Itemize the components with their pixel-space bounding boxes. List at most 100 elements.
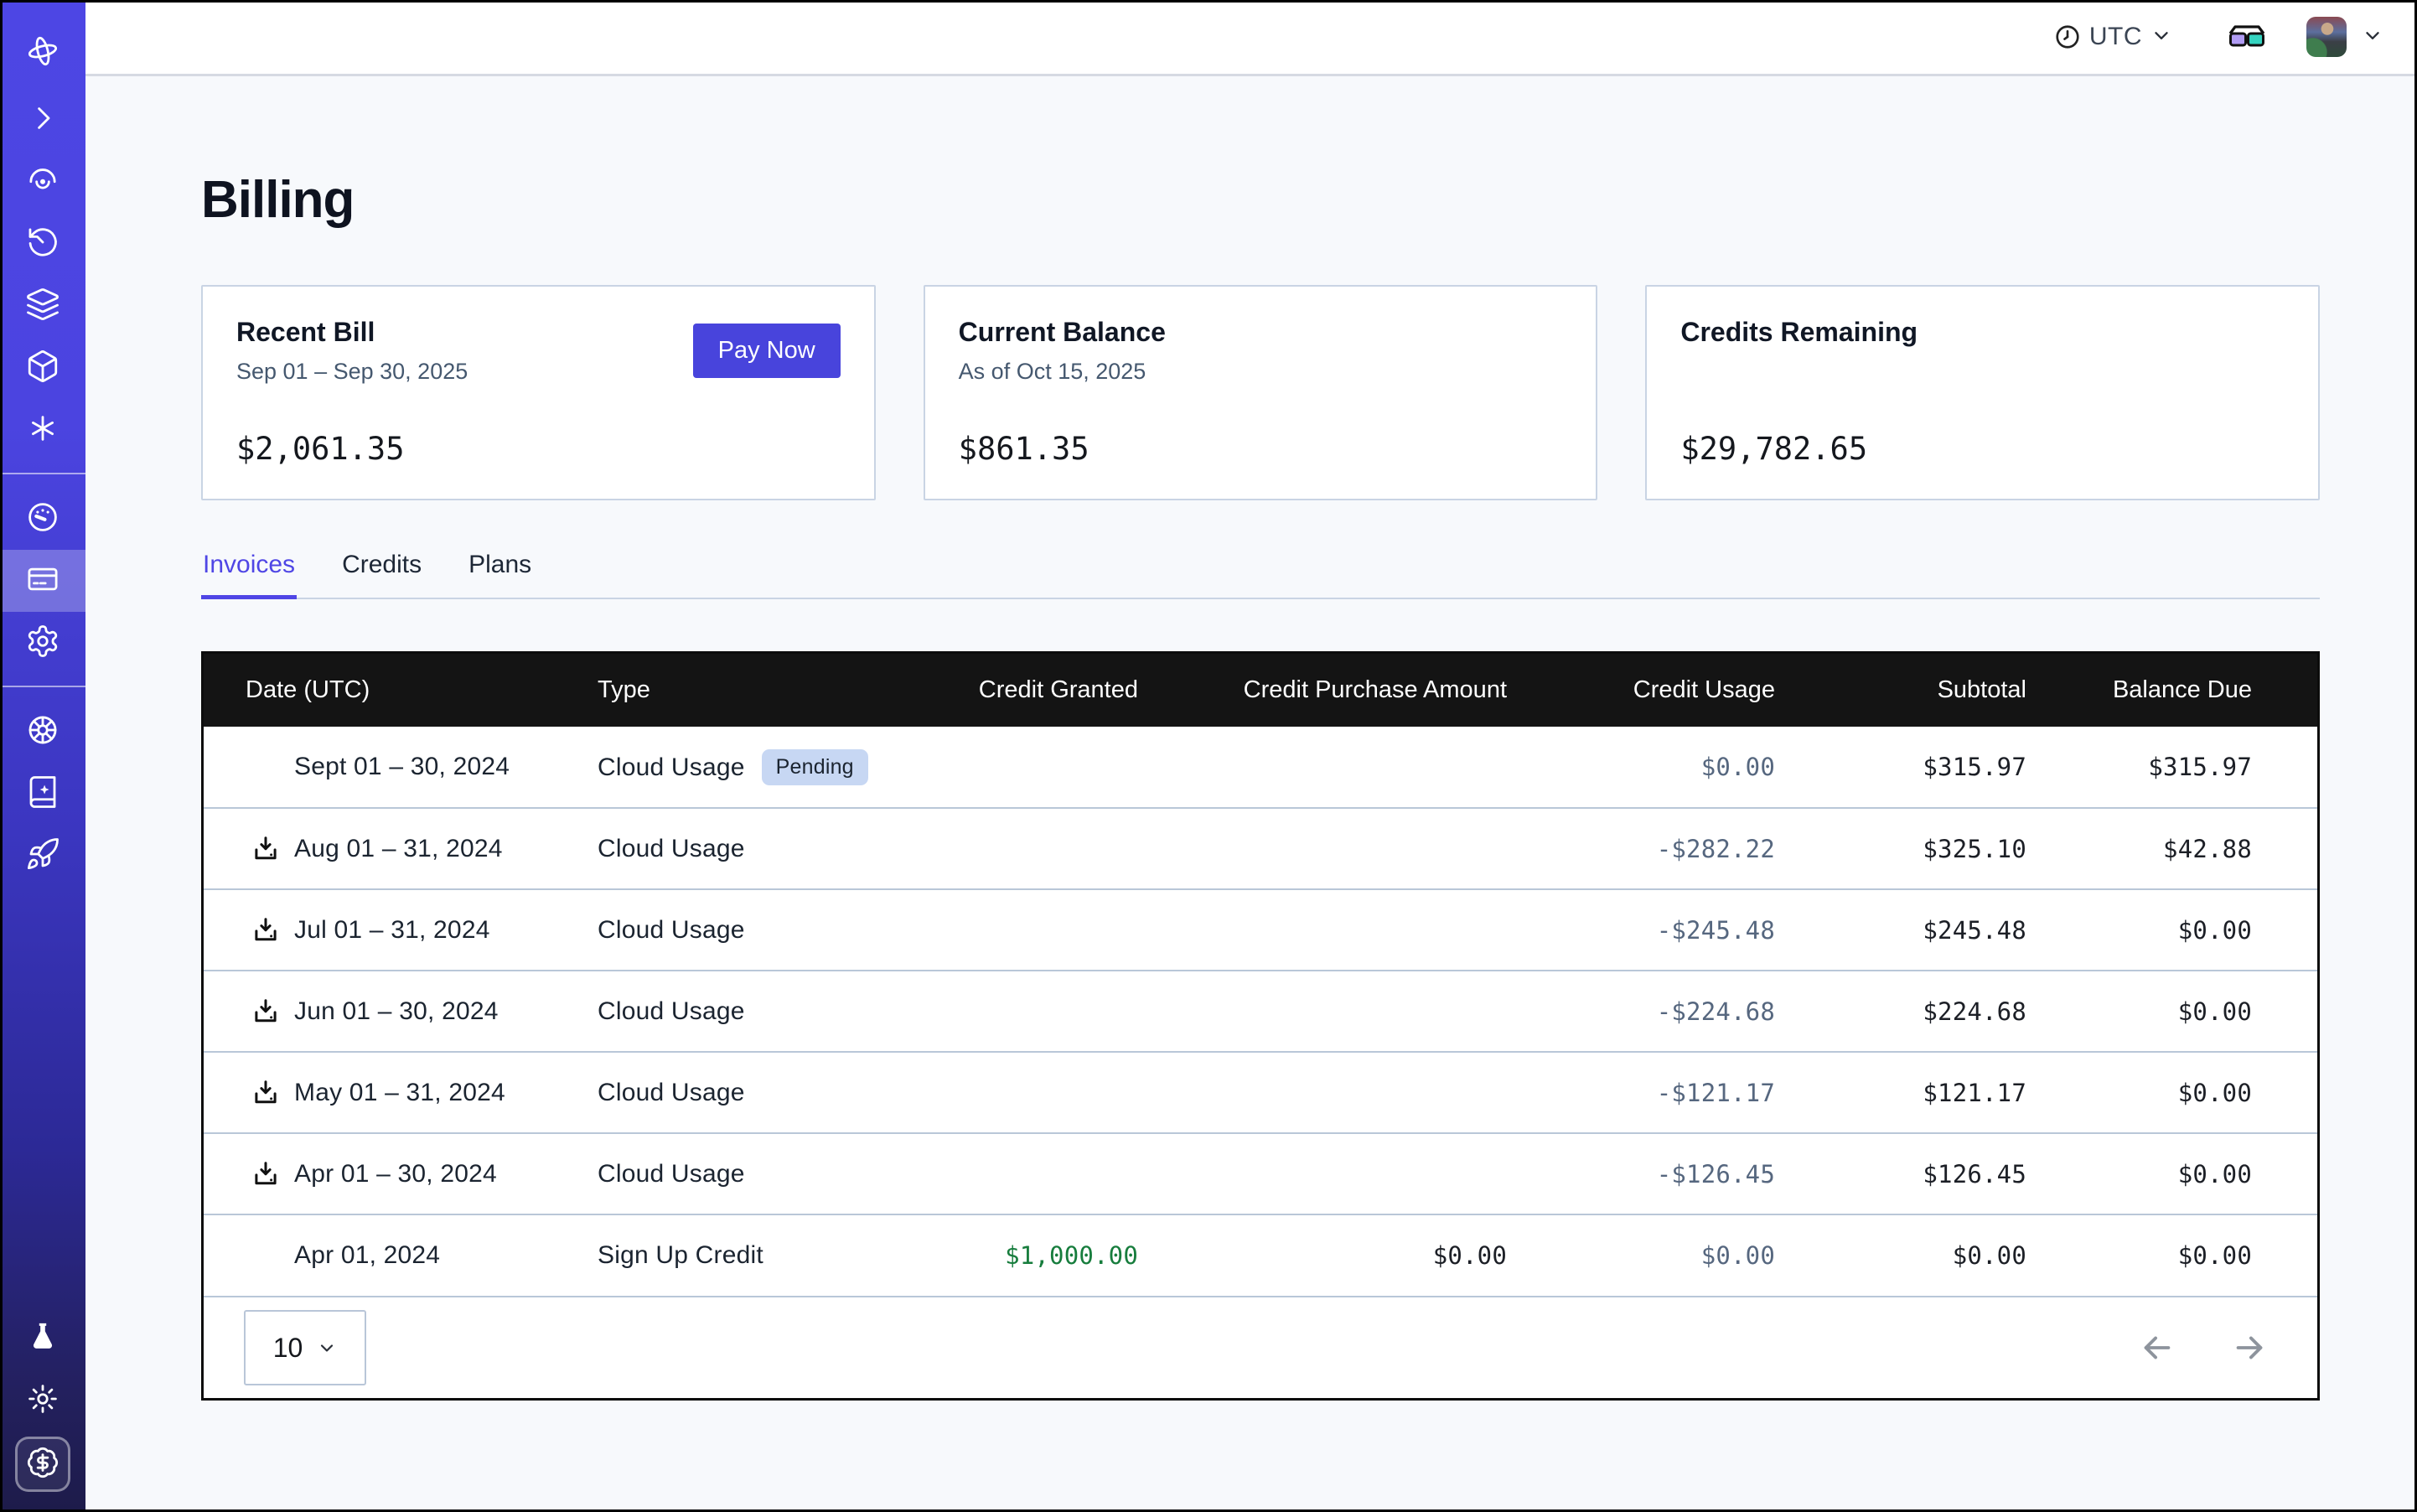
sidebar-item-cube[interactable] — [0, 337, 85, 399]
billing-tabs: Invoices Credits Plans — [201, 551, 2320, 599]
subtotal: $126.45 — [1775, 1133, 2026, 1214]
credits-remaining-amount: $29,782.65 — [1680, 431, 2285, 467]
credit-usage: $0.00 — [1507, 1214, 1775, 1296]
timezone-selector[interactable]: UTC — [2054, 23, 2172, 51]
chevron-right-icon — [25, 101, 60, 140]
download-invoice-button[interactable] — [251, 915, 281, 945]
credits-remaining-card: Credits Remaining $29,782.65 — [1645, 285, 2320, 500]
invoice-date: Jun 01 – 30, 2024 — [294, 997, 499, 1026]
invoice-type: Cloud Usage — [598, 835, 745, 862]
status-badge: Pending — [762, 749, 868, 785]
balance-due: $0.00 — [2026, 1052, 2317, 1133]
invoice-type: Cloud Usage — [598, 997, 745, 1025]
download-invoice-button[interactable] — [251, 1159, 281, 1189]
invoice-type: Cloud Usage — [598, 1160, 745, 1188]
sidebar-item-usage[interactable] — [0, 488, 85, 550]
invoice-type: Cloud Usage — [598, 753, 745, 781]
invoice-date: May 01 – 31, 2024 — [294, 1079, 505, 1107]
user-menu-button[interactable] — [2362, 24, 2383, 50]
table-row: Aug 01 – 31, 2024 Cloud Usage -$282.22 $… — [204, 808, 2317, 889]
credit-usage: -$126.45 — [1507, 1133, 1775, 1214]
sidebar-item-credits[interactable] — [15, 1437, 70, 1492]
download-invoice-button[interactable] — [251, 1078, 281, 1108]
sidebar-divider — [0, 473, 85, 474]
card-title: Credits Remaining — [1680, 317, 2285, 348]
download-icon — [251, 1159, 281, 1189]
subtotal: $121.17 — [1775, 1052, 2026, 1133]
pay-now-button[interactable]: Pay Now — [693, 324, 841, 378]
table-header: Date (UTC) Type Credit Granted Credit Pu… — [204, 654, 2317, 727]
credit-granted — [933, 971, 1138, 1052]
credit-usage: -$245.48 — [1507, 889, 1775, 971]
sidebar-item-layers[interactable] — [0, 275, 85, 337]
flask-icon — [25, 1319, 60, 1359]
sidebar — [0, 0, 85, 1512]
tab-invoices[interactable]: Invoices — [201, 551, 297, 598]
sidebar-divider — [0, 686, 85, 687]
sidebar-item-asterisk[interactable] — [0, 399, 85, 461]
sidebar-item-history[interactable] — [0, 213, 85, 275]
sun-icon — [25, 1381, 60, 1421]
sidebar-item-observe[interactable] — [0, 151, 85, 213]
history-icon — [25, 225, 60, 264]
col-date: Date (UTC) — [204, 654, 598, 727]
credit-granted — [933, 808, 1138, 889]
credit-usage: -$121.17 — [1507, 1052, 1775, 1133]
balance-due: $315.97 — [2026, 727, 2317, 808]
balance-due: $0.00 — [2026, 971, 2317, 1052]
sidebar-item-docs[interactable] — [0, 763, 85, 825]
invoice-date: Jul 01 – 31, 2024 — [294, 916, 490, 945]
credit-purchase-amount — [1138, 727, 1507, 808]
gauge-icon — [25, 500, 60, 539]
balance-due: $42.88 — [2026, 808, 2317, 889]
prev-page-button[interactable] — [2138, 1328, 2176, 1367]
sidebar-item-launch[interactable] — [0, 825, 85, 887]
clock-icon — [2054, 23, 2081, 50]
tab-plans[interactable]: Plans — [467, 551, 533, 598]
sidebar-item-expand[interactable] — [0, 89, 85, 151]
sidebar-item-support[interactable] — [0, 701, 85, 763]
credit-purchase-amount: $0.00 — [1138, 1214, 1507, 1296]
table-row: Jun 01 – 30, 2024 Cloud Usage -$224.68 $… — [204, 971, 2317, 1052]
recent-bill-amount: $2,061.35 — [236, 431, 841, 467]
page-size-select[interactable]: 10 — [244, 1310, 366, 1385]
arrow-right-icon — [2230, 1328, 2269, 1367]
recent-bill-card: Recent Bill Sep 01 – Sep 30, 2025 $2,061… — [201, 285, 876, 500]
sidebar-item-theme[interactable] — [0, 1370, 85, 1432]
download-invoice-button[interactable] — [251, 997, 281, 1027]
asterisk-icon — [25, 411, 60, 450]
invoice-date: Apr 01 – 30, 2024 — [294, 1160, 497, 1188]
download-icon — [251, 997, 281, 1027]
invoice-type: Cloud Usage — [598, 916, 745, 944]
col-credit-purchase: Credit Purchase Amount — [1138, 654, 1507, 727]
page-size-value: 10 — [273, 1333, 303, 1364]
sidebar-item-labs[interactable] — [0, 1307, 85, 1370]
app-logo[interactable] — [0, 22, 85, 84]
col-subtotal: Subtotal — [1775, 654, 2026, 727]
next-page-button[interactable] — [2230, 1328, 2269, 1367]
tab-credits[interactable]: Credits — [340, 551, 423, 598]
ship-wheel-icon — [25, 712, 60, 752]
sidebar-item-billing[interactable] — [0, 550, 85, 612]
sidebar-item-settings[interactable] — [0, 612, 85, 674]
download-invoice-button[interactable] — [251, 834, 281, 864]
invoices-table: Date (UTC) Type Credit Granted Credit Pu… — [201, 651, 2320, 1401]
subtotal: $224.68 — [1775, 971, 2026, 1052]
credit-granted — [933, 1052, 1138, 1133]
col-credit-usage: Credit Usage — [1507, 654, 1775, 727]
table-row: Apr 01 – 30, 2024 Cloud Usage -$126.45 $… — [204, 1133, 2317, 1214]
invoice-date: Aug 01 – 31, 2024 — [294, 835, 503, 863]
subtotal: $245.48 — [1775, 889, 2026, 971]
invoice-date: Sept 01 – 30, 2024 — [294, 753, 510, 781]
credit-purchase-amount — [1138, 1052, 1507, 1133]
page-title: Billing — [201, 170, 2320, 230]
glasses-icon — [2228, 24, 2266, 49]
credit-usage: $0.00 — [1507, 727, 1775, 808]
subtotal: $315.97 — [1775, 727, 2026, 808]
avatar[interactable] — [2306, 17, 2347, 57]
credit-purchase-amount — [1138, 889, 1507, 971]
spiral-eye-icon — [25, 163, 60, 202]
current-balance-amount: $861.35 — [959, 431, 1563, 467]
view-mode-toggle[interactable] — [2228, 24, 2266, 49]
table-row: Apr 01, 2024 Sign Up Credit $1,000.00 $0… — [204, 1214, 2317, 1296]
